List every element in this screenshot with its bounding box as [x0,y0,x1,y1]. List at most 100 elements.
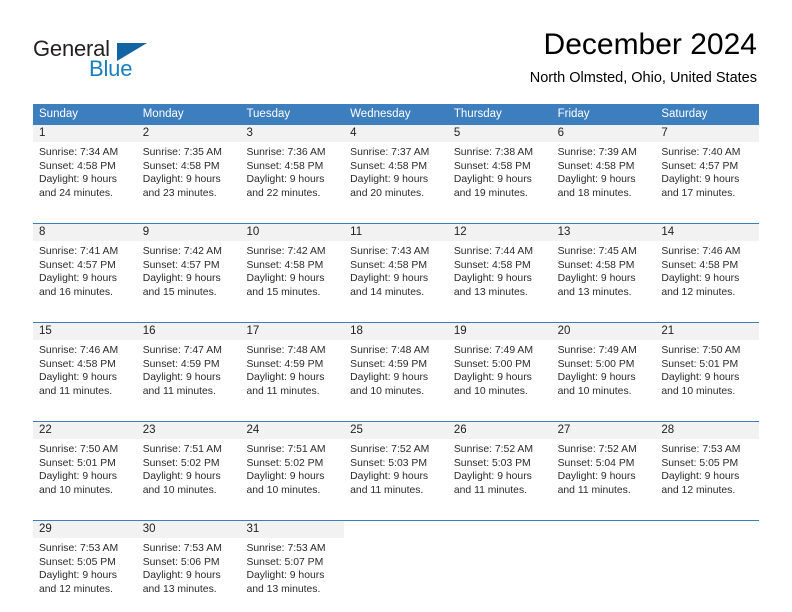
calendar-day-cell[interactable]: 28 Sunrise: 7:53 AM Sunset: 5:05 PM Dayligh… [655,422,760,503]
daylight-duration-line1: Daylight: 9 hours [453,372,532,383]
calendar-day-cell[interactable]: 8 Sunrise: 7:41 AM Sunset: 4:57 PM Daylight… [33,224,137,305]
day-sun-info: Sunrise: 7:49 AM Sunset: 5:00 PM Daylight:… [448,340,552,404]
day-sun-info: Sunrise: 7:45 AM Sunset: 4:58 PM Daylight:… [552,241,656,305]
calendar-day-cell[interactable]: 7 Sunrise: 7:40 AM Sunset: 4:57 PM Daylight… [655,125,760,206]
daylight-duration-line2: and 15 minutes. [246,286,321,298]
sunset-time: Sunset: 5:07 PM [246,556,324,568]
calendar-day-cell[interactable]: 30 Sunrise: 7:53 AM Sunset: 5:06 PM Dayligh… [136,521,241,602]
general-blue-logo[interactable]: General Blue [33,36,213,84]
calendar-day-cell[interactable]: 29 Sunrise: 7:53 AM Sunset: 5:05 PM Dayligh… [33,521,137,602]
day-sun-info: Sunrise: 7:38 AM Sunset: 4:58 PM Daylight:… [448,142,552,206]
sunset-time: Sunset: 4:58 PM [557,160,635,172]
calendar-day-cell[interactable]: 25 Sunrise: 7:52 AM Sunset: 5:03 PM Dayligh… [344,422,448,503]
daylight-duration-line2: and 10 minutes. [557,385,632,397]
daylight-duration-line2: and 14 minutes. [350,286,425,298]
calendar-day-cell[interactable]: 19 Sunrise: 7:49 AM Sunset: 5:00 PM Dayligh… [447,323,552,404]
calendar-day-cell[interactable]: 1 Sunrise: 7:34 AM Sunset: 4:58 PM Daylight… [33,125,137,206]
daylight-duration-line2: and 10 minutes. [350,385,425,397]
sunset-time: Sunset: 5:01 PM [661,358,739,370]
calendar-day-cell[interactable]: 31 Sunrise: 7:53 AM Sunset: 5:07 PM Dayligh… [240,521,345,602]
calendar-day-cell[interactable]: 6 Sunrise: 7:39 AM Sunset: 4:58 PM Daylight… [551,125,656,206]
calendar-day-cell[interactable]: 22 Sunrise: 7:50 AM Sunset: 5:01 PM Dayligh… [33,422,137,503]
calendar-day-cell[interactable]: 26 Sunrise: 7:52 AM Sunset: 5:03 PM Dayligh… [447,422,552,503]
day-number: 5 [447,125,552,142]
day-number: 9 [136,224,241,241]
day-number: 22 [33,422,137,439]
day-sun-info: Sunrise: 7:42 AM Sunset: 4:58 PM Daylight:… [240,241,344,305]
day-sun-info: Sunrise: 7:49 AM Sunset: 5:00 PM Daylight:… [552,340,656,404]
day-number [344,521,448,538]
calendar-day-cell[interactable]: 14 Sunrise: 7:46 AM Sunset: 4:58 PM Dayligh… [655,224,760,305]
week-spacer [33,206,759,223]
calendar-day-cell[interactable]: 11 Sunrise: 7:43 AM Sunset: 4:58 PM Dayligh… [344,224,448,305]
calendar-day-cell[interactable]: 23 Sunrise: 7:51 AM Sunset: 5:02 PM Dayligh… [136,422,241,503]
daylight-duration-line1: Daylight: 9 hours [557,174,636,185]
week-spacer [33,503,759,520]
calendar-day-cell-empty [447,521,552,602]
weekday-header-saturday: Saturday [661,108,708,120]
day-number: 17 [240,323,345,340]
day-sun-info: Sunrise: 7:40 AM Sunset: 4:57 PM Daylight:… [655,142,759,206]
calendar-header-row: Sunday Monday Tuesday Wednesday Thursday… [33,104,759,125]
daylight-duration-line1: Daylight: 9 hours [39,273,117,284]
daylight-duration-line1: Daylight: 9 hours [39,570,117,581]
daylight-duration-line1: Daylight: 9 hours [557,471,636,482]
calendar-day-cell[interactable]: 12 Sunrise: 7:44 AM Sunset: 4:58 PM Dayligh… [447,224,552,305]
daylight-duration-line1: Daylight: 9 hours [350,372,429,383]
calendar-day-cell[interactable]: 13 Sunrise: 7:45 AM Sunset: 4:58 PM Dayligh… [551,224,656,305]
calendar-day-cell[interactable]: 24 Sunrise: 7:51 AM Sunset: 5:02 PM Dayligh… [240,422,345,503]
calendar-page: General Blue December 2024 North Olmsted… [0,0,792,612]
sunrise-time: Sunrise: 7:47 AM [142,345,222,356]
day-number [447,521,552,538]
sunset-time: Sunset: 4:58 PM [350,160,427,172]
day-sun-info [448,538,552,548]
calendar-day-cell[interactable]: 27 Sunrise: 7:52 AM Sunset: 5:04 PM Dayligh… [551,422,656,503]
day-number: 28 [655,422,760,439]
sunset-time: Sunset: 5:02 PM [246,457,324,469]
calendar-day-cell[interactable]: 3 Sunrise: 7:36 AM Sunset: 4:58 PM Daylight… [240,125,345,206]
day-number: 8 [33,224,137,241]
calendar-day-cell[interactable]: 15 Sunrise: 7:46 AM Sunset: 4:58 PM Dayligh… [33,323,137,404]
calendar-day-cell[interactable]: 5 Sunrise: 7:38 AM Sunset: 4:58 PM Daylight… [447,125,552,206]
day-number: 20 [551,323,656,340]
calendar-day-cell[interactable]: 18 Sunrise: 7:48 AM Sunset: 4:59 PM Dayligh… [344,323,448,404]
sunset-time: Sunset: 5:03 PM [453,457,531,469]
calendar-day-cell[interactable]: 20 Sunrise: 7:49 AM Sunset: 5:00 PM Dayligh… [551,323,656,404]
weekday-header-sunday: Sunday [39,108,79,120]
daylight-duration-line2: and 12 minutes. [661,484,736,496]
sunset-time: Sunset: 5:06 PM [142,556,220,568]
day-sun-info: Sunrise: 7:53 AM Sunset: 5:07 PM Daylight:… [240,538,344,602]
calendar-week-cells: 1 Sunrise: 7:34 AM Sunset: 4:58 PM Daylight… [33,125,760,206]
daylight-duration-line1: Daylight: 9 hours [142,273,221,284]
sunset-time: Sunset: 4:58 PM [246,259,324,271]
calendar-day-cell[interactable]: 4 Sunrise: 7:37 AM Sunset: 4:58 PM Daylight… [344,125,448,206]
day-number: 14 [655,224,760,241]
calendar-day-cell[interactable]: 9 Sunrise: 7:42 AM Sunset: 4:57 PM Daylight… [136,224,241,305]
day-number: 15 [33,323,137,340]
daylight-duration-line1: Daylight: 9 hours [453,273,532,284]
calendar-day-cell[interactable]: 10 Sunrise: 7:42 AM Sunset: 4:58 PM Dayligh… [240,224,345,305]
day-sun-info: Sunrise: 7:52 AM Sunset: 5:04 PM Daylight:… [552,439,656,503]
daylight-duration-line1: Daylight: 9 hours [661,174,740,185]
calendar-day-cell[interactable]: 2 Sunrise: 7:35 AM Sunset: 4:58 PM Daylight… [136,125,241,206]
sunset-time: Sunset: 4:59 PM [350,358,427,370]
calendar-weeks: 1 Sunrise: 7:34 AM Sunset: 4:58 PM Daylight… [33,125,760,602]
daylight-duration-line2: and 10 minutes. [453,385,528,397]
daylight-duration-line1: Daylight: 9 hours [246,273,325,284]
day-number: 4 [344,125,448,142]
calendar-day-cell[interactable]: 17 Sunrise: 7:48 AM Sunset: 4:59 PM Dayligh… [240,323,345,404]
calendar-day-cell[interactable]: 16 Sunrise: 7:47 AM Sunset: 4:59 PM Dayligh… [136,323,241,404]
sunset-time: Sunset: 5:00 PM [453,358,531,370]
page-header: General Blue December 2024 North Olmsted… [0,0,792,100]
day-number: 18 [344,323,448,340]
day-sun-info: Sunrise: 7:51 AM Sunset: 5:02 PM Daylight:… [240,439,344,503]
logo-word-blue: Blue [89,56,133,81]
day-sun-info [552,538,656,548]
calendar-day-cell[interactable]: 21 Sunrise: 7:50 AM Sunset: 5:01 PM Dayligh… [655,323,760,404]
daylight-duration-line1: Daylight: 9 hours [661,471,740,482]
day-sun-info: Sunrise: 7:34 AM Sunset: 4:58 PM Daylight:… [33,142,137,206]
daylight-duration-line2: and 11 minutes. [142,385,216,397]
calendar-week-row: 29 Sunrise: 7:53 AM Sunset: 5:05 PM Dayligh… [33,520,760,602]
daylight-duration-line2: and 24 minutes. [39,187,113,199]
sunrise-time: Sunrise: 7:48 AM [246,345,326,356]
